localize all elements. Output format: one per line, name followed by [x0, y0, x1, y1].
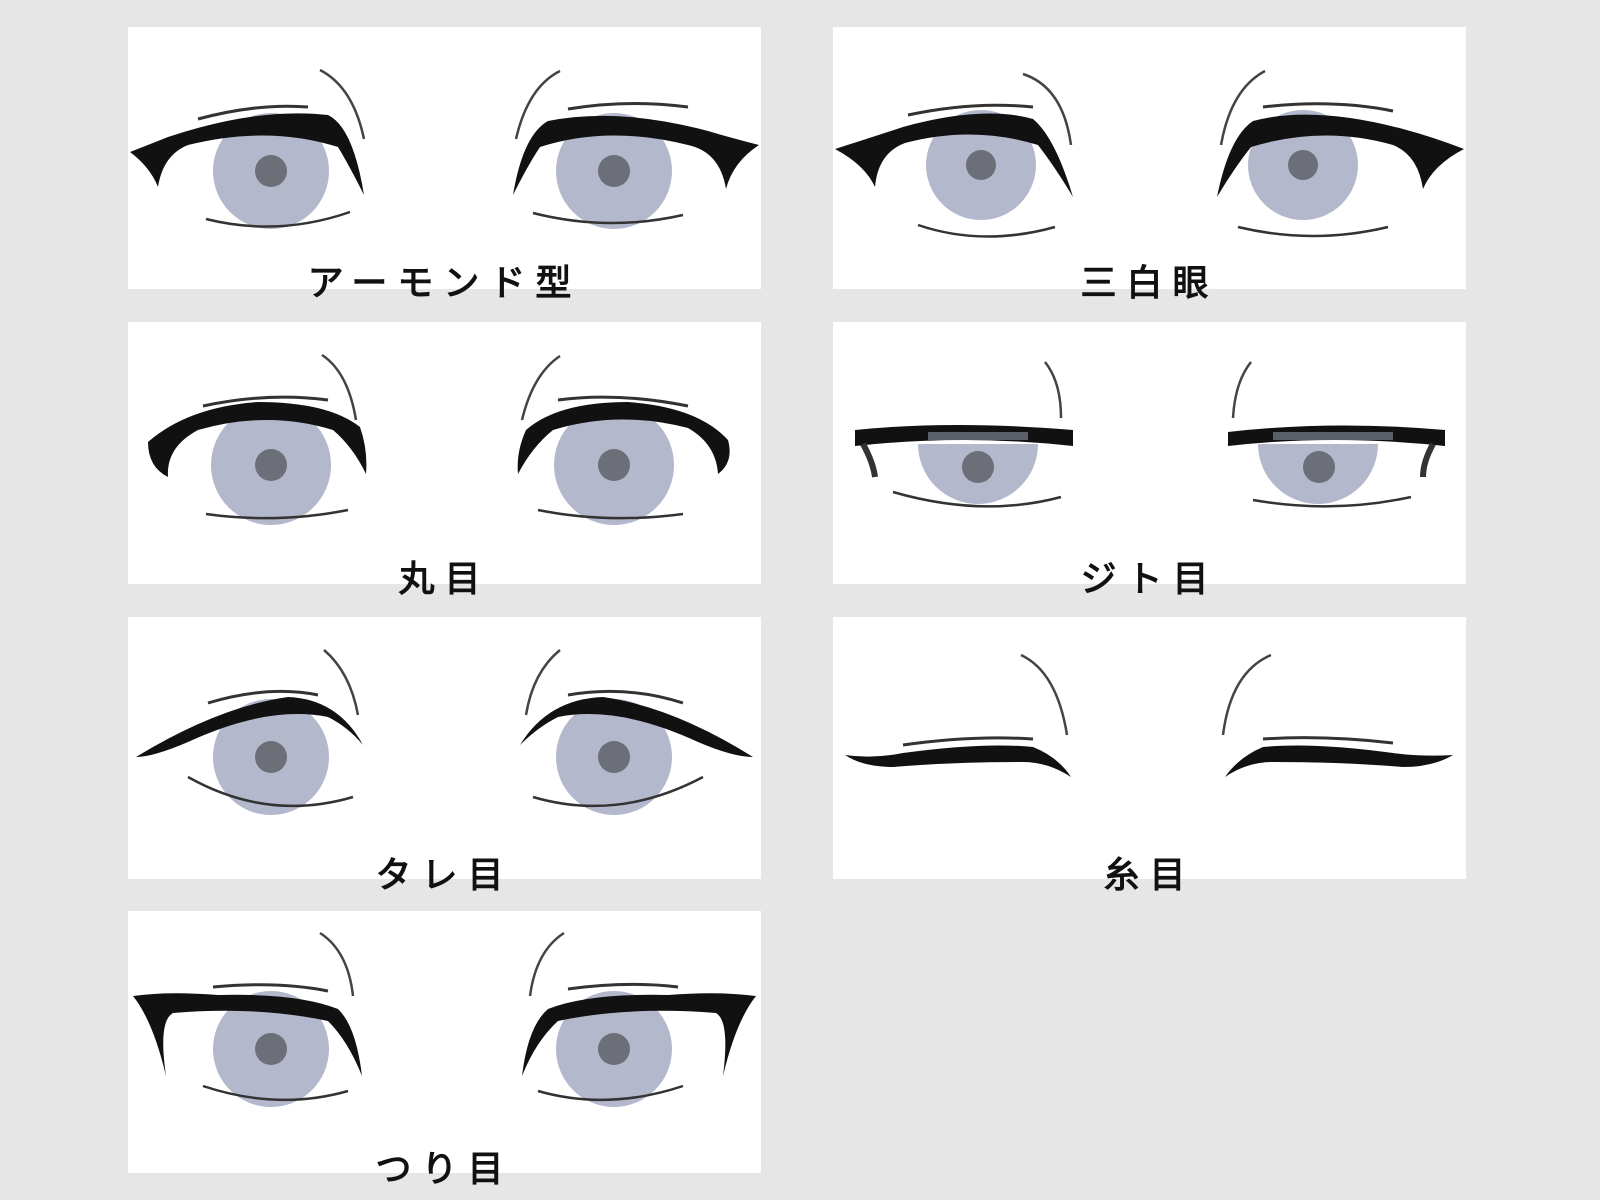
- caption-jito: ジト目: [1080, 559, 1219, 600]
- eye-panel-tsuri: [128, 911, 761, 1173]
- left-eye: [855, 361, 1073, 508]
- eye-panel-round: [128, 322, 761, 584]
- eye-panel-jito: [833, 322, 1466, 584]
- left-eye: [136, 649, 363, 815]
- eye-panel-sanpaku: [833, 27, 1466, 289]
- right-eye: [517, 354, 730, 525]
- eye-panel-ito: [833, 617, 1466, 879]
- caption-tsuri: つり目: [375, 1149, 514, 1190]
- eye-panel-almond: [128, 27, 761, 289]
- caption-tare: タレ目: [375, 855, 514, 896]
- caption-ito: 糸目: [1103, 855, 1196, 896]
- round-eyes-illustration: [148, 353, 730, 525]
- sanpaku-eyes-illustration: [835, 69, 1464, 238]
- almond-eyes-illustration: [130, 68, 759, 229]
- left-eye: [148, 353, 367, 525]
- jito-eyes-illustration: [855, 361, 1445, 508]
- left-eye: [130, 68, 366, 229]
- caption-round: 丸目: [398, 559, 491, 600]
- right-eye: [520, 649, 753, 815]
- right-eye: [1221, 653, 1453, 777]
- left-eye: [835, 72, 1073, 238]
- caption-almond: アーモンド型: [307, 263, 582, 304]
- tare-eyes-illustration: [136, 649, 753, 815]
- eye-panel-tare: [128, 617, 761, 879]
- left-eye: [133, 931, 362, 1107]
- right-eye: [522, 931, 756, 1107]
- caption-sanpaku: 三白眼: [1080, 263, 1219, 304]
- ito-eyes-illustration: [845, 653, 1453, 777]
- left-eye: [845, 653, 1071, 777]
- tsuri-eyes-illustration: [133, 931, 756, 1107]
- right-eye: [1228, 361, 1445, 508]
- right-eye: [513, 69, 759, 229]
- right-eye: [1217, 69, 1464, 238]
